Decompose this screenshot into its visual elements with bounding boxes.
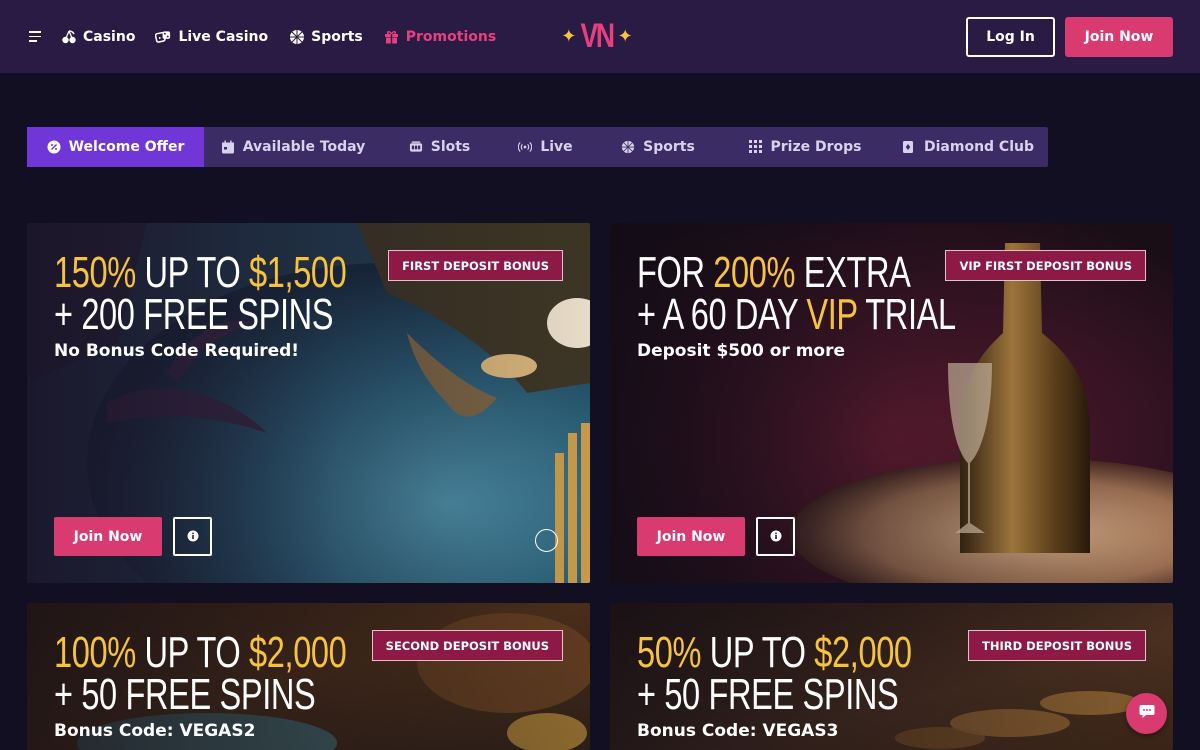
bonus-badge: THIRD DEPOSIT BONUS: [968, 630, 1146, 661]
promo-category-tabs: Welcome Offer Available Today Slots Live…: [27, 127, 1048, 167]
main-nav: Casino Live Casino Sports Promotions: [60, 0, 516, 73]
bonus-code: VEGAS3: [762, 721, 839, 741]
menu-icon[interactable]: [29, 31, 41, 42]
nav-promotions[interactable]: Promotions: [383, 28, 496, 45]
bonus-badge: VIP FIRST DEPOSIT BONUS: [945, 250, 1146, 281]
join-now-button[interactable]: Join Now: [1065, 17, 1173, 57]
nav-casino-label: Casino: [83, 28, 136, 45]
tab-available-today[interactable]: Available Today: [204, 127, 382, 167]
tab-label: Welcome Offer: [68, 139, 185, 155]
tab-slots[interactable]: Slots: [382, 127, 497, 167]
tab-label: Available Today: [242, 139, 366, 155]
headline-line-1: 150% UP TO $1,500: [54, 248, 347, 297]
tab-label: Sports: [643, 139, 695, 155]
promo-join-button[interactable]: Join Now: [637, 517, 745, 556]
promo-card-vip-first-deposit: FOR 200% EXTRA + A 60 DAY VIP TRIAL Depo…: [610, 223, 1173, 583]
nav-promotions-label: Promotions: [405, 28, 497, 45]
promo-headline: 150% UP TO $1,500 + 200 FREE SPINS: [54, 248, 347, 339]
promo-card-first-deposit: 150% UP TO $1,500 + 200 FREE SPINS No Bo…: [27, 223, 590, 583]
gift-icon: [383, 28, 400, 45]
bonus-code: VEGAS2: [179, 721, 256, 741]
promo-bonus-code: Bonus Code: VEGAS3: [637, 721, 839, 741]
decorative-circle-icon: [535, 529, 558, 552]
headline-line-1: FOR 200% EXTRA: [637, 248, 911, 297]
login-button[interactable]: Log In: [966, 17, 1055, 57]
tab-prize-drops[interactable]: Prize Drops: [722, 127, 888, 167]
slot-machine-icon: [409, 140, 423, 154]
promo-headline: FOR 200% EXTRA + A 60 DAY VIP TRIAL: [637, 248, 956, 339]
nav-sports[interactable]: Sports: [288, 28, 363, 45]
headline-line-2: + 50 FREE SPINS: [637, 670, 899, 719]
nav-casino[interactable]: Casino: [60, 28, 135, 45]
headline-line-2: + 50 FREE SPINS: [54, 670, 316, 719]
broadcast-icon: [518, 140, 533, 154]
tab-live[interactable]: Live: [497, 127, 594, 167]
promo-subtitle: Deposit $500 or more: [637, 341, 846, 361]
bonus-badge: FIRST DEPOSIT BONUS: [388, 250, 563, 281]
promo-card-third-deposit: 50% UP TO $2,000 + 50 FREE SPINS Bonus C…: [610, 603, 1173, 750]
info-icon: [187, 527, 199, 546]
star-icon: ✦: [617, 25, 633, 47]
sports-ball-icon: [621, 140, 635, 154]
tab-label: Diamond Club: [924, 139, 1034, 155]
tab-sports[interactable]: Sports: [594, 127, 722, 167]
site-logo[interactable]: ✦ VN ✦: [561, 14, 633, 58]
headline-line-2: + A 60 DAY VIP TRIAL: [637, 290, 956, 339]
chat-bubble-icon: [1139, 704, 1155, 723]
cherries-icon: [60, 28, 77, 45]
percent-badge-icon: [47, 140, 61, 154]
nav-live-casino[interactable]: Live Casino: [155, 28, 268, 45]
tab-label: Prize Drops: [770, 139, 862, 155]
promo-subtitle: No Bonus Code Required!: [54, 341, 300, 361]
nav-live-casino-label: Live Casino: [178, 28, 269, 45]
dice-icon: [155, 28, 172, 45]
tab-label: Live: [540, 139, 573, 155]
tab-label: Slots: [430, 139, 471, 155]
sports-ball-icon: [288, 28, 305, 45]
logo-text: VN: [580, 16, 616, 55]
promo-card-second-deposit: 100% UP TO $2,000 + 50 FREE SPINS Bonus …: [27, 603, 590, 750]
headline-line-1: 50% UP TO $2,000: [637, 628, 912, 677]
promo-join-button[interactable]: Join Now: [54, 517, 162, 556]
headline-line-1: 100% UP TO $2,000: [54, 628, 347, 677]
info-button[interactable]: [756, 517, 795, 556]
promo-headline: 50% UP TO $2,000 + 50 FREE SPINS: [637, 628, 912, 719]
calendar-icon: [221, 140, 235, 154]
live-chat-button[interactable]: [1126, 693, 1167, 734]
info-icon: [770, 527, 782, 546]
star-icon: ✦: [561, 25, 577, 47]
tab-diamond-club[interactable]: Diamond Club: [888, 127, 1048, 167]
headline-line-2: + 200 FREE SPINS: [54, 290, 334, 339]
bonus-badge: SECOND DEPOSIT BONUS: [371, 630, 563, 661]
nav-sports-label: Sports: [311, 28, 363, 45]
card-icon: [902, 140, 916, 154]
tab-welcome-offer[interactable]: Welcome Offer: [27, 127, 204, 167]
promo-headline: 100% UP TO $2,000 + 50 FREE SPINS: [54, 628, 347, 719]
grid-dots-icon: [748, 140, 763, 154]
promo-bonus-code: Bonus Code: VEGAS2: [54, 721, 256, 741]
top-header: Casino Live Casino Sports Promotions ✦ V…: [0, 0, 1200, 73]
info-button[interactable]: [173, 517, 212, 556]
